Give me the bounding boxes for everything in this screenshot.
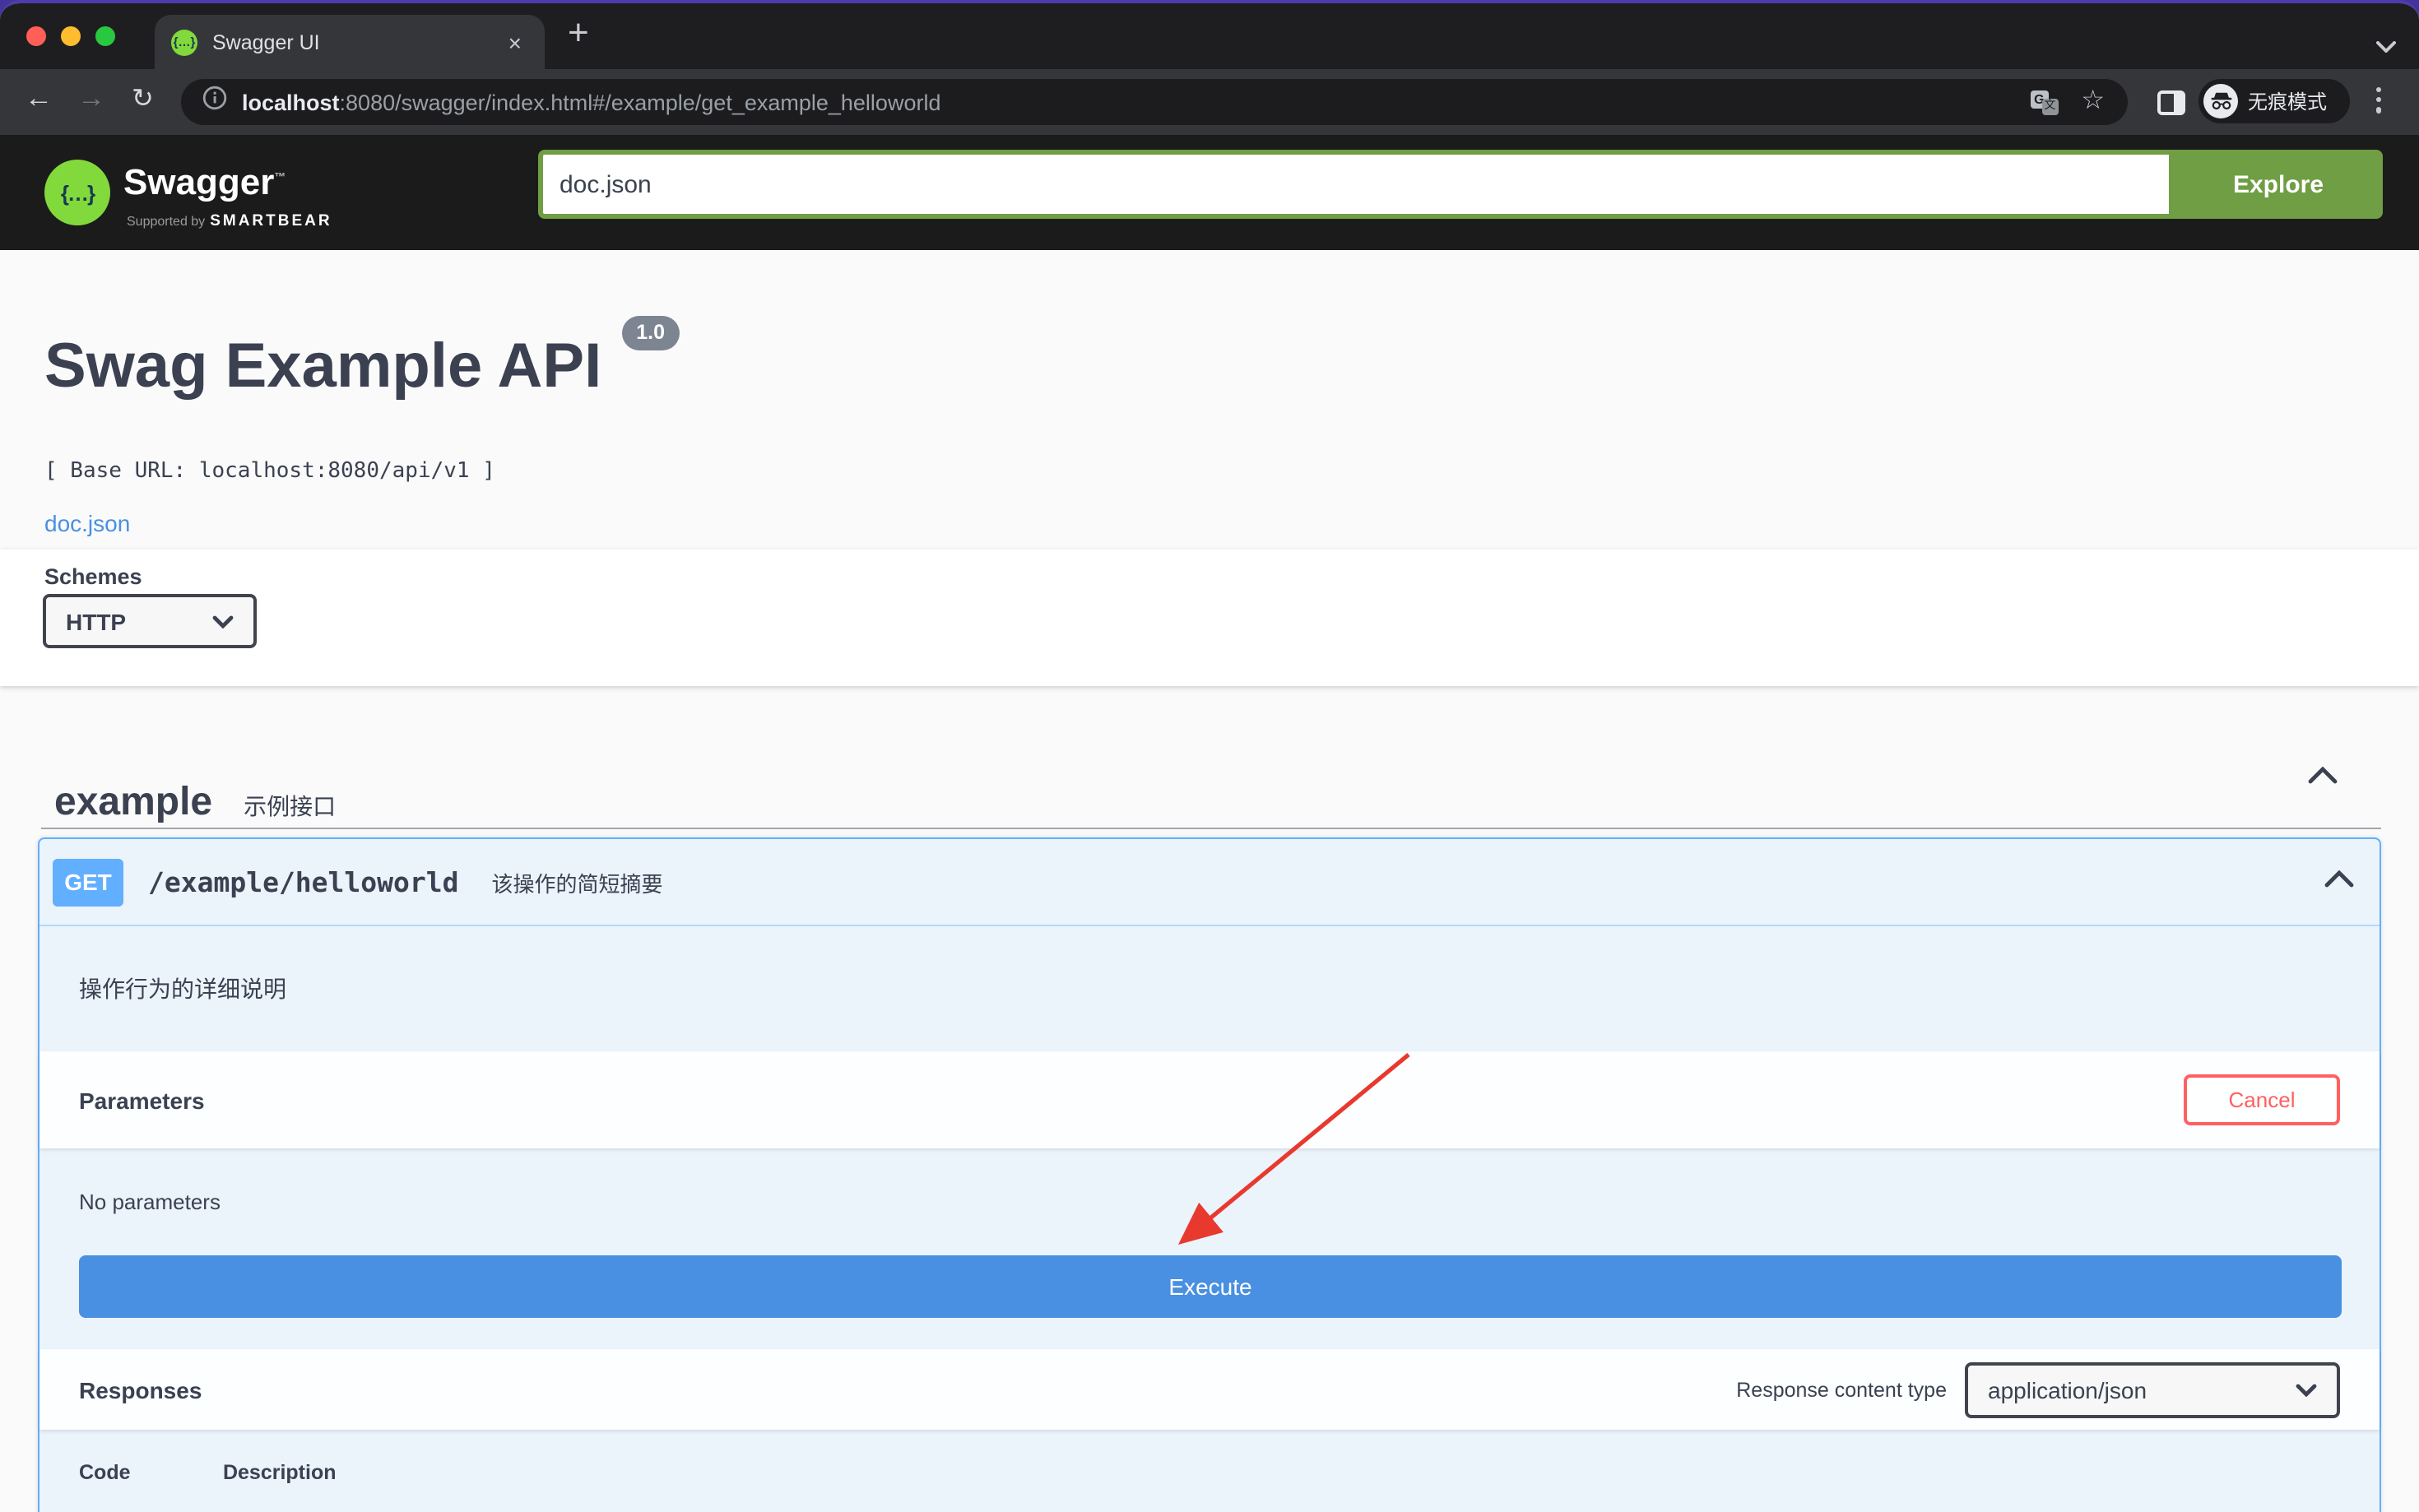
incognito-label: 无痕模式 — [2248, 90, 2328, 114]
operation-summary: 该操作的简短摘要 — [491, 871, 663, 896]
no-parameters-text: No parameters — [79, 1190, 221, 1214]
parameters-header: Parameters Cancel — [39, 1051, 2380, 1148]
browser-toolbar: ← → ↻ localhost:8080/swagger/index.html#… — [0, 69, 2419, 135]
tag-name: example — [54, 780, 213, 824]
translate-icon[interactable]: G 文 — [2030, 90, 2059, 114]
browser-menu-icon[interactable] — [2376, 87, 2382, 114]
tab-search-chevron-icon[interactable] — [2376, 31, 2396, 61]
supported-by-text: Supported by SMARTBEAR — [127, 212, 332, 230]
tag-header[interactable]: example 示例接口 — [54, 780, 336, 826]
swagger-logo-text: Swagger™ — [123, 161, 286, 202]
close-tab-icon[interactable]: × — [502, 29, 528, 55]
response-content-type-select[interactable]: application/json — [1965, 1361, 2340, 1417]
description-column-header: Description — [222, 1461, 337, 1484]
swagger-page: Swag Example API 1.0 [ Base URL: localhos… — [0, 250, 2419, 1512]
api-title: Swag Example API 1.0 — [44, 316, 680, 403]
explore-button[interactable]: Explore — [2174, 150, 2383, 219]
back-button[interactable]: ← — [25, 82, 53, 115]
operation-summary-row[interactable]: GET /example/helloworld 该操作的简短摘要 — [39, 839, 2380, 926]
swagger-topbar: {…} Swagger™ Supported bySMARTBEAR Explo… — [0, 135, 2419, 250]
http-method-badge: GET — [53, 858, 123, 906]
execute-button[interactable]: Execute — [79, 1255, 2342, 1318]
reload-button[interactable]: ↻ — [132, 82, 154, 115]
parameters-title: Parameters — [79, 1087, 205, 1113]
address-bar[interactable]: localhost:8080/swagger/index.html#/examp… — [181, 79, 2128, 125]
bookmark-star-icon[interactable]: ☆ — [2081, 88, 2105, 115]
chevron-down-icon — [2296, 1383, 2317, 1396]
operation-collapse-chevron-icon[interactable] — [2324, 867, 2355, 897]
opblock-get: GET /example/helloworld 该操作的简短摘要 操作行为的详细… — [38, 837, 2381, 1512]
tag-description: 示例接口 — [244, 793, 337, 819]
schemes-label: Schemes — [44, 564, 142, 589]
chevron-down-icon — [212, 615, 234, 628]
browser-window: {…} Swagger UI × + ← → ↻ localhost:8080/… — [0, 0, 2419, 1512]
tab-strip: {…} Swagger UI × + — [0, 3, 2419, 69]
incognito-badge: 无痕模式 — [2198, 79, 2350, 123]
scheme-container: Schemes HTTP — [0, 550, 2419, 686]
cancel-button[interactable]: Cancel — [2184, 1074, 2340, 1125]
side-panel-icon[interactable] — [2157, 90, 2185, 115]
schemes-select[interactable]: HTTP — [43, 594, 257, 648]
responses-title: Responses — [79, 1376, 202, 1403]
response-content-type-label: Response content type — [1736, 1378, 1947, 1401]
responses-table-header: Code Description — [39, 1430, 2380, 1484]
traffic-lights — [26, 26, 115, 46]
browser-tab[interactable]: {…} Swagger UI × — [155, 15, 545, 69]
operation-path: /example/helloworld — [148, 866, 459, 897]
operation-description: 操作行为的详细说明 — [79, 976, 286, 1002]
swagger-favicon-icon: {…} — [171, 29, 197, 55]
version-badge: 1.0 — [621, 316, 680, 350]
spec-url-input[interactable] — [538, 150, 2174, 219]
forward-button[interactable]: → — [77, 82, 105, 115]
tab-title: Swagger UI — [212, 30, 320, 53]
zoom-window-button[interactable] — [95, 26, 115, 46]
new-tab-button[interactable]: + — [568, 12, 589, 54]
site-info-icon[interactable] — [202, 86, 227, 118]
swagger-logo-icon: {…} — [44, 160, 110, 225]
spec-link[interactable]: doc.json — [44, 510, 130, 536]
close-window-button[interactable] — [26, 26, 46, 46]
minimize-window-button[interactable] — [61, 26, 81, 46]
tag-collapse-chevron-icon[interactable] — [2307, 763, 2338, 793]
base-url: [ Base URL: localhost:8080/api/v1 ] — [44, 459, 495, 484]
url-text: localhost:8080/swagger/index.html#/examp… — [242, 90, 941, 114]
section-divider — [41, 828, 2381, 829]
responses-header: Responses Response content type applicat… — [39, 1349, 2380, 1430]
code-column-header: Code — [79, 1461, 131, 1484]
incognito-icon — [2203, 84, 2238, 118]
